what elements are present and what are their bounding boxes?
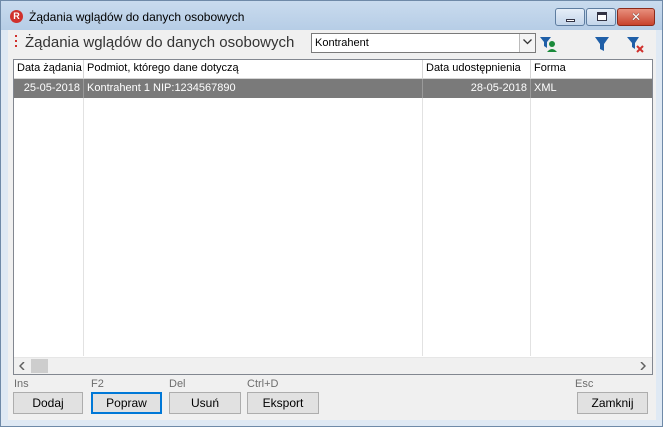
column-header-subject[interactable]: Podmiot, którego dane dotyczą [84, 60, 423, 79]
maximize-icon [597, 12, 607, 21]
clear-filter-icon[interactable] [626, 35, 644, 53]
cell-form: XML [534, 82, 557, 94]
export-button[interactable]: Eksport [247, 392, 319, 414]
window-title: Żądania wglądów do danych osobowych [29, 10, 245, 24]
edit-button[interactable]: Popraw [91, 392, 162, 414]
cell-share-date: 28-05-2018 [423, 79, 531, 98]
cell-request-date: 25-05-2018 [14, 79, 84, 98]
scroll-left-button[interactable] [14, 358, 31, 374]
filter-combo-value: Kontrahent [315, 37, 369, 49]
chevron-right-icon [640, 362, 646, 370]
add-button[interactable]: Dodaj [13, 392, 83, 414]
filter-user-icon[interactable] [539, 35, 557, 53]
scroll-right-button[interactable] [635, 358, 652, 374]
column-header-request-date[interactable]: Data żądania [14, 60, 84, 79]
combo-dropdown-button[interactable] [519, 34, 535, 52]
shortcut-label-export: Ctrl+D [247, 378, 279, 390]
grip-dots-icon [15, 35, 18, 52]
scrollbar-thumb[interactable] [31, 359, 48, 373]
column-header-form[interactable]: Forma [531, 60, 652, 79]
filter-icon[interactable] [593, 35, 611, 53]
close-dialog-button[interactable]: Zamknij [577, 392, 648, 414]
shortcut-label-edit: F2 [91, 378, 104, 390]
column-header-share-date[interactable]: Data udostępnienia [423, 60, 531, 79]
page-title: Żądania wglądów do danych osobowych [25, 34, 295, 51]
delete-button[interactable]: Usuń [169, 392, 241, 414]
close-button[interactable]: ✕ [617, 8, 655, 26]
cell-subject: Kontrahent 1 NIP:1234567890 [84, 79, 423, 98]
minimize-button[interactable] [555, 8, 585, 26]
column-divider [83, 98, 84, 356]
table-row[interactable]: 25-05-2018 Kontrahent 1 NIP:1234567890 2… [14, 79, 652, 98]
column-divider [422, 98, 423, 356]
table-header: Data żądania Podmiot, którego dane dotyc… [14, 60, 652, 79]
shortcut-label-delete: Del [169, 378, 186, 390]
column-divider [530, 98, 531, 356]
close-icon: ✕ [630, 10, 642, 24]
title-bar[interactable]: R Żądania wglądów do danych osobowych ✕ [1, 1, 662, 30]
shortcut-label-add: Ins [14, 378, 29, 390]
chevron-down-icon [523, 39, 532, 45]
horizontal-scrollbar[interactable] [14, 357, 652, 374]
maximize-button[interactable] [586, 8, 616, 26]
filter-combo[interactable]: Kontrahent [311, 33, 536, 53]
dialog-client: Żądania wglądów do danych osobowych Kont… [8, 30, 656, 420]
shortcut-label-close: Esc [575, 378, 594, 390]
app-logo-icon: R [10, 10, 23, 23]
chevron-left-icon [19, 362, 25, 370]
minimize-icon [566, 19, 575, 22]
main-window: R Żądania wglądów do danych osobowych ✕ … [0, 0, 663, 427]
requests-table[interactable]: Data żądania Podmiot, którego dane dotyc… [13, 59, 653, 375]
